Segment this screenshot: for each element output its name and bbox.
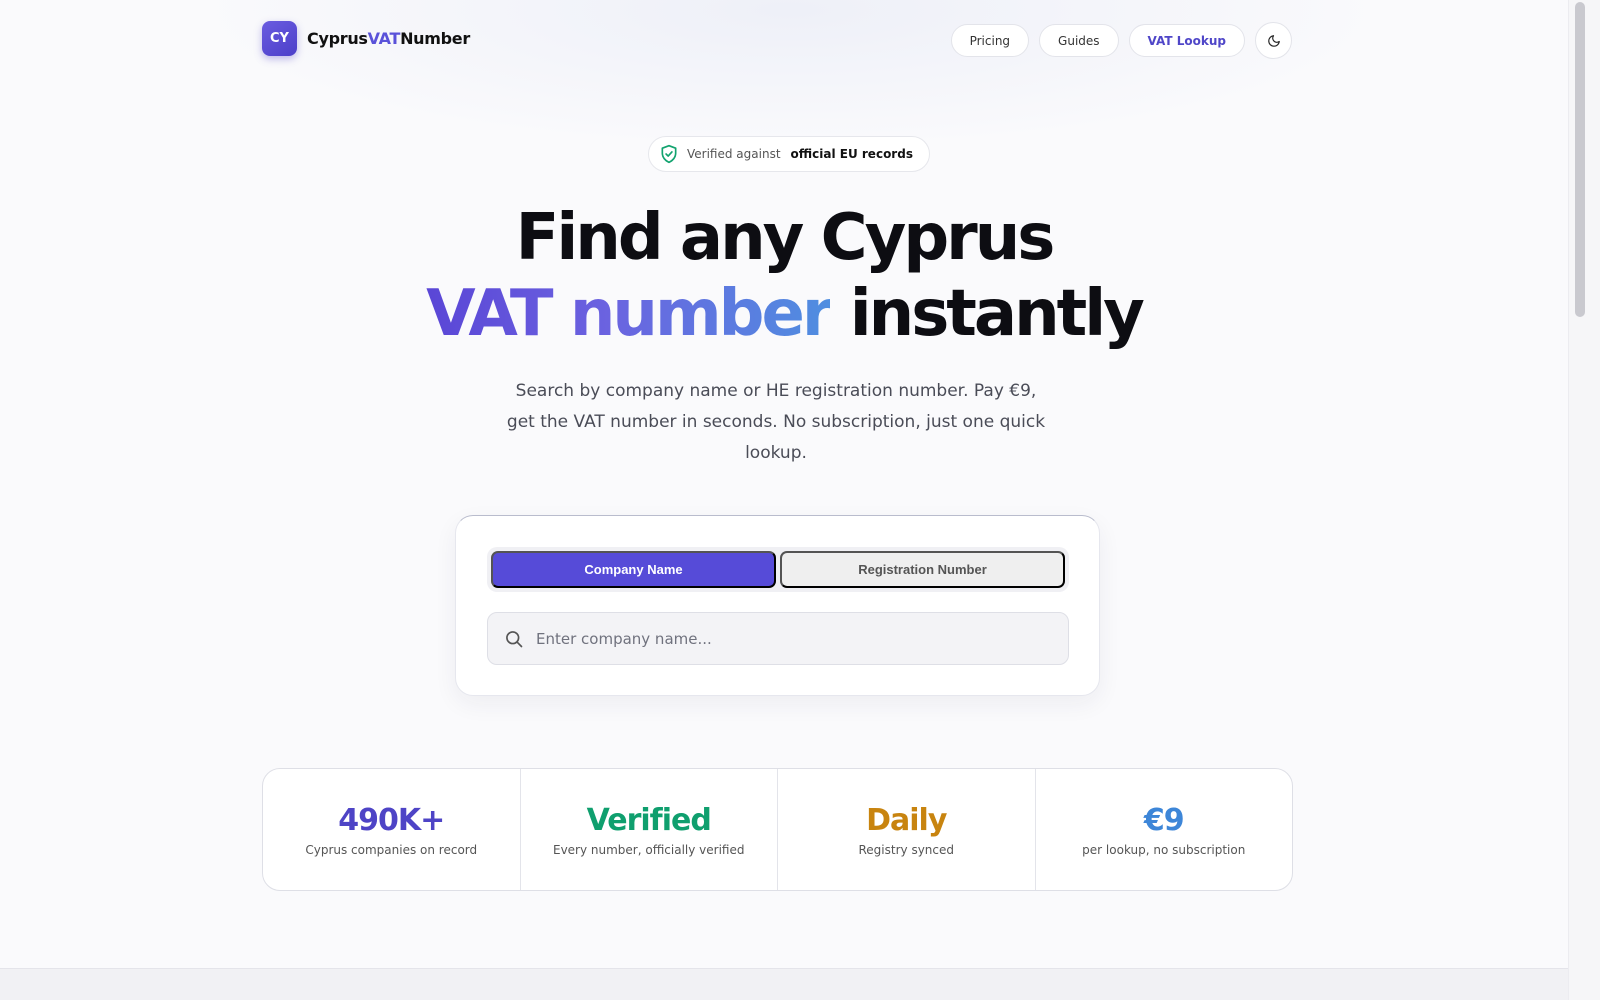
brand-name: CyprusVATNumber [307, 29, 470, 48]
main-nav: Pricing Guides VAT Lookup [950, 22, 1292, 59]
theme-toggle-button[interactable] [1255, 22, 1292, 59]
search-icon [504, 629, 524, 649]
site-header: CY CyprusVATNumber Pricing Guides VAT Lo… [262, 20, 1292, 59]
hero-title-line1: Find any Cyprus [515, 201, 1056, 275]
tab-company-name[interactable]: Company Name [491, 551, 776, 588]
stat-label: per lookup, no subscription [1082, 842, 1246, 857]
hero-subtitle: Search by company name or HE registratio… [506, 381, 1046, 463]
next-section-edge [0, 968, 1568, 1000]
verified-badge: Verified against official EU records [648, 136, 930, 172]
tab-registration-number[interactable]: Registration Number [780, 551, 1065, 588]
company-search-input[interactable] [536, 629, 1036, 648]
search-card: Company Name Registration Number [455, 515, 1100, 696]
nav-vat-lookup-link[interactable]: VAT Lookup [1128, 24, 1245, 57]
moon-icon [1267, 34, 1280, 47]
brand-name-part1: Cyprus [307, 29, 368, 48]
stat-verified: Verified Every number, officially verifi… [521, 769, 778, 890]
page-scrollbar[interactable] [1568, 0, 1600, 1000]
badge-strong-text: official EU records [790, 147, 913, 161]
badge-text: Verified against [687, 147, 781, 161]
hero-title-highlight: VAT number [426, 277, 833, 351]
stat-daily: Daily Registry synced [778, 769, 1036, 890]
stat-value: Daily [866, 802, 947, 838]
stat-value: €9 [1143, 802, 1185, 838]
stats-panel: 490K+ Cyprus companies on record Verifie… [262, 768, 1293, 891]
stat-label: Registry synced [858, 842, 955, 857]
search-mode-tabs: Company Name Registration Number [487, 547, 1069, 592]
stat-value: 490K+ [338, 802, 445, 838]
stat-label: Cyprus companies on record [305, 842, 478, 857]
hero-title-line2: VAT number instantly [0, 276, 1568, 352]
stat-label: Every number, officially verified [552, 842, 745, 857]
brand-name-part3: Number [400, 29, 470, 48]
hero-title-rest: instantly [849, 277, 1145, 351]
nav-guides-link[interactable]: Guides [1039, 24, 1119, 57]
nav-pricing-link[interactable]: Pricing [950, 24, 1030, 57]
shield-check-icon [659, 143, 679, 165]
brand-name-part2: VAT [367, 29, 401, 48]
brand-logo-link[interactable]: CY CyprusVATNumber [262, 21, 470, 56]
stat-companies: 490K+ Cyprus companies on record [263, 769, 521, 890]
logo-mark: CY [262, 21, 297, 56]
hero-title: Find any Cyprus VAT number instantly [0, 200, 1568, 352]
stat-value: Verified [586, 802, 712, 838]
page: CY CyprusVATNumber Pricing Guides VAT Lo… [0, 0, 1568, 1000]
scrollbar-thumb[interactable] [1575, 2, 1585, 317]
search-box [487, 612, 1069, 665]
stat-price: €9 per lookup, no subscription [1036, 769, 1293, 890]
